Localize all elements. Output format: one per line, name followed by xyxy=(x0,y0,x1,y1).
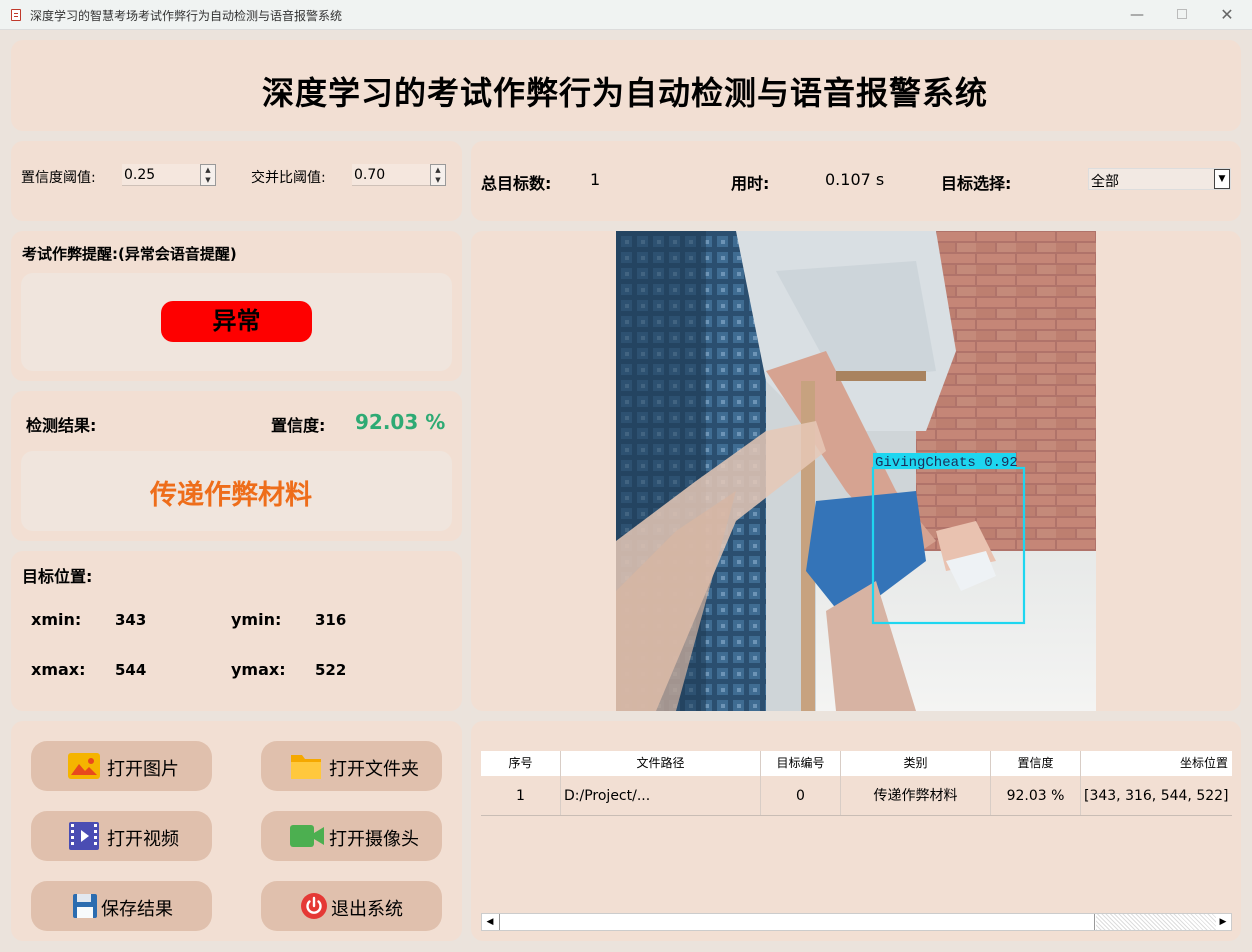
xmax-value: 544 xyxy=(115,661,147,679)
cheat-alert-box: 异常 xyxy=(21,273,452,371)
folder-icon xyxy=(291,755,321,779)
page-title: 深度学习的考试作弊行为自动检测与语音报警系统 xyxy=(261,74,988,112)
maximize-button[interactable] xyxy=(1171,5,1193,25)
table-cell: 传递作弊材料 xyxy=(841,776,991,815)
table-row[interactable]: 1 D:/Project/... 0 传递作弊材料 92.03 % [343, … xyxy=(481,776,1232,816)
table-header: 序号 文件路径 目标编号 类别 置信度 坐标位置 xyxy=(481,751,1232,776)
ymax-value: 522 xyxy=(315,661,347,679)
open-image-label: 打开图片 xyxy=(107,759,179,780)
table-cell: 0 xyxy=(761,776,841,815)
result-class-box: 传递作弊材料 xyxy=(21,451,452,531)
xmin-label: xmin: xyxy=(31,610,82,629)
detection-result-panel: 检测结果: 置信度: 92.03 % 传递作弊材料 xyxy=(11,391,462,541)
total-targets-value: 1 xyxy=(590,170,601,189)
table-header-cell[interactable]: 序号 xyxy=(481,751,561,776)
scroll-left-icon[interactable]: ◀ xyxy=(482,914,498,930)
time-label: 用时: xyxy=(731,174,770,193)
open-image-button[interactable]: 打开图片 xyxy=(31,741,212,791)
scrollbar-thumb[interactable] xyxy=(499,914,1095,930)
time-value: 0.107 s xyxy=(825,170,885,189)
xmax-label: xmax: xyxy=(31,660,86,679)
target-select-label: 目标选择: xyxy=(941,174,1012,193)
save-result-label: 保存结果 xyxy=(101,899,173,920)
close-button[interactable]: ✕ xyxy=(1216,5,1238,25)
target-select-value: 全部 xyxy=(1091,174,1119,190)
open-folder-label: 打开文件夹 xyxy=(329,759,419,780)
iou-threshold-value: 0.70 xyxy=(354,167,386,183)
ymin-value: 316 xyxy=(315,611,347,629)
app-icon xyxy=(11,9,21,21)
horizontal-scrollbar[interactable]: ◀ ▶ xyxy=(481,913,1232,931)
camera-icon xyxy=(290,825,324,847)
table-cell: D:/Project/... xyxy=(561,776,761,815)
result-class-text: 传递作弊材料 xyxy=(150,480,312,511)
save-result-button[interactable]: 保存结果 xyxy=(31,881,212,931)
table-header-cell[interactable]: 文件路径 xyxy=(561,751,761,776)
iou-threshold-spinbox[interactable]: 0.70 ▲ ▼ xyxy=(352,164,446,186)
chevron-down-icon[interactable]: ▼ xyxy=(1214,169,1230,189)
table-cell: 92.03 % xyxy=(991,776,1081,815)
video-icon xyxy=(69,822,99,850)
iou-threshold-label: 交并比阈值: xyxy=(251,170,326,186)
ymax-label: ymax: xyxy=(231,660,286,679)
spin-arrows-icon[interactable]: ▲ ▼ xyxy=(200,164,216,186)
target-select[interactable]: 全部 ▼ xyxy=(1088,168,1231,190)
image-icon xyxy=(68,753,100,779)
conf-threshold-label: 置信度阈值: xyxy=(21,170,96,186)
status-badge: 异常 xyxy=(161,301,312,342)
minimize-button[interactable]: — xyxy=(1126,5,1148,25)
scrollbar-track[interactable] xyxy=(1096,914,1216,930)
xmin-value: 343 xyxy=(115,611,147,629)
scroll-right-icon[interactable]: ▶ xyxy=(1215,914,1231,930)
spin-arrows-icon[interactable]: ▲ ▼ xyxy=(430,164,446,186)
exit-button[interactable]: 退出系统 xyxy=(261,881,442,931)
table-header-cell[interactable]: 坐标位置 xyxy=(1081,751,1232,776)
exit-label: 退出系统 xyxy=(331,899,403,920)
open-camera-label: 打开摄像头 xyxy=(329,829,419,850)
cheat-alert-panel: 考试作弊提醒:(异常会语音提醒) 异常 xyxy=(11,231,462,381)
header-panel: 深度学习的考试作弊行为自动检测与语音报警系统 xyxy=(11,40,1241,131)
table-header-cell[interactable]: 置信度 xyxy=(991,751,1081,776)
detection-box-label: GivingCheats 0.92 xyxy=(875,455,1018,471)
table-cell: [343, 316, 544, 522] xyxy=(1084,788,1229,804)
power-icon xyxy=(301,893,327,919)
confidence-value: 92.03 % xyxy=(355,410,446,434)
stats-panel: 总目标数: 1 用时: 0.107 s 目标选择: 全部 ▼ xyxy=(471,141,1241,221)
total-targets-label: 总目标数: xyxy=(481,174,552,193)
cheat-alert-label: 考试作弊提醒:(异常会语音提醒) xyxy=(22,245,237,263)
image-display-panel: GivingCheats 0.92 xyxy=(471,231,1241,711)
maximize-icon xyxy=(1177,9,1187,19)
open-camera-button[interactable]: 打开摄像头 xyxy=(261,811,442,861)
ymin-label: ymin: xyxy=(231,610,282,629)
detection-image-canvas: GivingCheats 0.92 xyxy=(616,231,1096,711)
window-title: 深度学习的智慧考场考试作弊行为自动检测与语音报警系统 xyxy=(30,9,343,23)
conf-threshold-value: 0.25 xyxy=(124,167,156,183)
actions-panel: 打开图片 打开文件夹 打开视频 打开摄像头 保存结果 退出系统 xyxy=(11,721,462,941)
confidence-label: 置信度: xyxy=(271,416,326,435)
table-cell: 1 xyxy=(481,776,561,815)
detection-image: GivingCheats 0.92 xyxy=(616,231,1096,711)
results-table-panel: 序号 文件路径 目标编号 类别 置信度 坐标位置 1 D:/Project/..… xyxy=(471,721,1241,941)
params-panel: 置信度阈值: 0.25 ▲ ▼ 交并比阈值: 0.70 ▲ ▼ xyxy=(11,141,462,221)
detection-result-label: 检测结果: xyxy=(26,416,97,435)
window-titlebar: 深度学习的智慧考场考试作弊行为自动检测与语音报警系统 — ✕ xyxy=(0,0,1252,30)
open-folder-button[interactable]: 打开文件夹 xyxy=(261,741,442,791)
target-position-label: 目标位置: xyxy=(22,567,93,586)
floppy-disk-icon xyxy=(73,894,97,918)
conf-threshold-spinbox[interactable]: 0.25 ▲ ▼ xyxy=(122,164,216,186)
table-header-cell[interactable]: 类别 xyxy=(841,751,991,776)
table-header-cell[interactable]: 目标编号 xyxy=(761,751,841,776)
open-video-label: 打开视频 xyxy=(107,829,179,850)
open-video-button[interactable]: 打开视频 xyxy=(31,811,212,861)
target-position-panel: 目标位置: xmin: 343 ymin: 316 xmax: 544 ymax… xyxy=(11,551,462,711)
